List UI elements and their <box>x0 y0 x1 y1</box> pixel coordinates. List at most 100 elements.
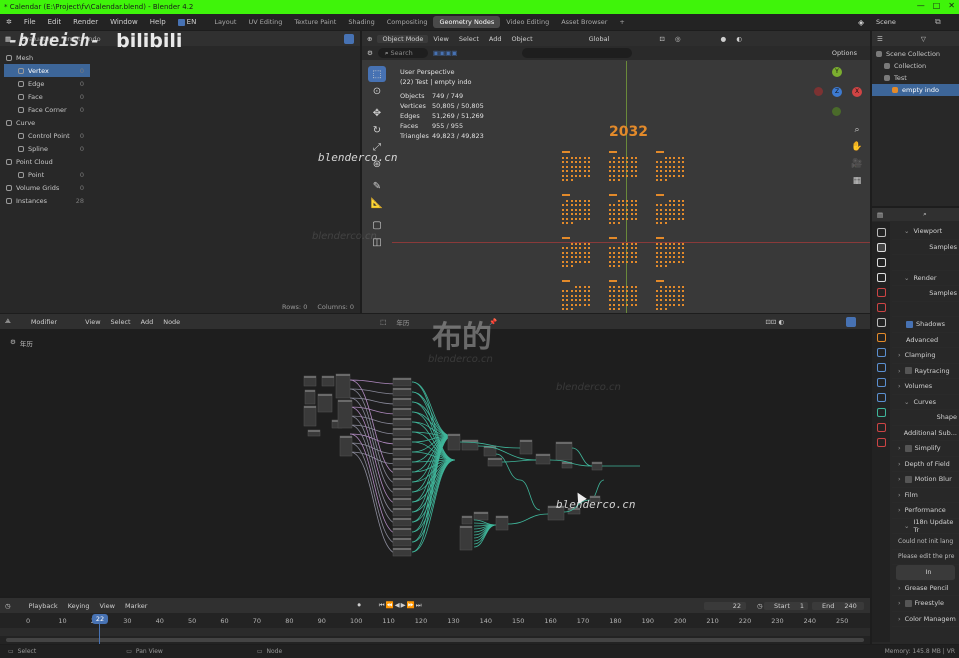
move-tool[interactable]: ✥ <box>368 105 386 121</box>
scene-icon[interactable]: ◈ <box>858 18 864 27</box>
menu-view[interactable]: View <box>80 318 105 326</box>
cursor-tool[interactable]: ⊙ <box>368 83 386 99</box>
property-row[interactable]: Additional Sub... <box>892 426 959 441</box>
blender-logo-icon[interactable]: ✲ <box>0 18 18 26</box>
menu-view[interactable]: View <box>95 602 120 610</box>
menu-node[interactable]: Node <box>158 318 185 326</box>
spreadsheet-domain-item[interactable]: Point Cloud <box>4 155 90 168</box>
property-panel-header[interactable]: › Performance <box>892 503 959 519</box>
menu-playback[interactable]: Playback <box>24 602 63 610</box>
property-panel-header[interactable]: ⌄ Curves <box>892 395 959 410</box>
ortho-grid-icon[interactable]: ▦ <box>848 173 866 189</box>
graph-node[interactable] <box>303 405 317 427</box>
search-field-2[interactable] <box>522 48 633 58</box>
shading-solid-icon[interactable]: ● <box>716 35 732 43</box>
current-frame-field[interactable]: 22 <box>704 601 746 610</box>
graph-node[interactable] <box>337 399 353 429</box>
graph-node[interactable] <box>495 515 509 531</box>
graph-node[interactable] <box>339 435 353 457</box>
graph-node[interactable] <box>519 439 533 455</box>
gear-icon[interactable]: ⚙ <box>362 49 378 57</box>
node-tree-icon[interactable]: ⬚ <box>375 318 391 326</box>
menu-add[interactable]: Add <box>136 318 159 326</box>
pan-hand-icon[interactable]: ✋ <box>848 139 866 155</box>
filter-icon[interactable]: ▽ <box>916 35 931 43</box>
shading-material-icon[interactable]: ◐ <box>731 35 747 43</box>
tool-tab-icon[interactable] <box>876 228 886 237</box>
proportional-icon[interactable]: ◎ <box>670 35 686 43</box>
playhead[interactable]: 22 <box>92 614 108 624</box>
rotate-tool[interactable]: ↻ <box>368 122 386 138</box>
material-tab-icon[interactable] <box>876 423 886 432</box>
menu-window[interactable]: Window <box>104 18 144 26</box>
node-group-name[interactable]: 年历 <box>391 317 414 327</box>
property-row[interactable]: Samples <box>892 240 959 255</box>
property-panel-header[interactable]: › Volumes <box>892 379 959 395</box>
constraints-tab-icon[interactable] <box>876 393 886 402</box>
tab-shading[interactable]: Shading <box>342 16 380 28</box>
filter-icon[interactable] <box>344 33 354 44</box>
select-mode-icons[interactable]: ▣▣▣▣ <box>428 49 463 57</box>
menu-render[interactable]: Render <box>67 18 104 26</box>
tab-layout[interactable]: Layout <box>208 16 242 28</box>
tab-texture-paint[interactable]: Texture Paint <box>288 16 342 28</box>
property-panel-header[interactable]: › Film <box>892 488 959 503</box>
spreadsheet-domain-item[interactable]: Spline 0 <box>4 142 90 155</box>
outliner-item[interactable]: Test <box>872 72 959 84</box>
tab-compositing[interactable]: Compositing <box>381 16 434 28</box>
editor-type-icon[interactable]: ⊕ <box>362 35 377 43</box>
gizmo-neg-x[interactable] <box>814 87 823 96</box>
property-row[interactable]: Shadows <box>892 317 959 333</box>
property-panel-header[interactable]: › Raytracing <box>892 364 959 379</box>
3d-viewport[interactable]: ⊕ Object Mode View Select Add Object Glo… <box>312 31 870 313</box>
select-box-tool[interactable]: ⬚ <box>368 66 386 82</box>
spreadsheet-domain-item[interactable]: Edge 0 <box>4 77 90 90</box>
lang-toggle[interactable]: EN <box>172 18 203 26</box>
checkbox-icon[interactable] <box>904 444 912 452</box>
object-tab-icon[interactable] <box>876 333 886 342</box>
outliner-item[interactable]: empty indo <box>872 84 959 96</box>
spreadsheet-domain-item[interactable]: Instances 28 <box>4 194 90 207</box>
camera-view-icon[interactable]: 🎥 <box>848 156 866 172</box>
maximize-button[interactable]: □ <box>933 1 941 10</box>
data-tab-icon[interactable] <box>876 408 886 417</box>
property-panel-header[interactable]: › Grease Pencil <box>892 581 959 596</box>
property-row[interactable]: Shape <box>892 410 959 426</box>
spreadsheet-domain-item[interactable]: Vertex 0 <box>4 64 90 77</box>
annotate-tool[interactable]: ✎ <box>368 178 386 194</box>
property-panel-header[interactable]: › Freestyle <box>892 596 959 612</box>
snap-icon[interactable]: ⊡ <box>654 35 669 43</box>
menu-select[interactable]: Select <box>454 35 484 43</box>
scene-copy-icon[interactable]: ⧉ <box>935 17 941 27</box>
close-button[interactable]: ✕ <box>948 1 955 10</box>
record-icon[interactable]: ⏺ <box>352 601 365 610</box>
property-row[interactable]: Samples <box>892 286 959 302</box>
node-graph[interactable] <box>0 330 870 596</box>
graph-node[interactable] <box>335 373 351 399</box>
scene-selector[interactable]: Scene <box>876 18 896 26</box>
menu-select[interactable]: Select <box>106 318 136 326</box>
outliner-item[interactable]: Collection <box>872 60 959 72</box>
property-panel-header[interactable]: › Motion Blur <box>892 472 959 488</box>
spreadsheet-domain-item[interactable]: Volume Grids 0 <box>4 181 90 194</box>
property-row[interactable]: In <box>896 565 955 581</box>
zoom-icon[interactable]: ⌕ <box>848 122 866 138</box>
spreadsheet-domain-item[interactable]: Control Point 0 <box>4 129 90 142</box>
property-panel-header[interactable]: › Simplify <box>892 441 959 457</box>
menu-object[interactable]: Object <box>507 35 538 43</box>
editor-type-icon[interactable]: ◷ <box>0 602 16 610</box>
menu-keying[interactable]: Keying <box>63 602 95 610</box>
measure-tool[interactable]: 📐 <box>368 195 386 211</box>
playback-controls[interactable]: ⏮⏪◀▶⏩⏭ <box>374 601 428 610</box>
property-row[interactable]: Advanced <box>892 333 959 348</box>
spreadsheet-domain-item[interactable]: Point 0 <box>4 168 90 181</box>
graph-node[interactable] <box>459 525 473 551</box>
tab-asset-browser[interactable]: Asset Browser <box>555 16 613 28</box>
menu-marker[interactable]: Marker <box>120 602 152 610</box>
menu-add[interactable]: Add <box>484 35 507 43</box>
node-editor[interactable]: ⟁ Modifier View Select Add Node ⬚ 年历 📌 ⊡… <box>0 314 870 596</box>
checkbox-icon[interactable] <box>904 599 912 607</box>
graph-node[interactable] <box>555 441 573 461</box>
menu-view[interactable]: View <box>428 35 453 43</box>
particles-tab-icon[interactable] <box>876 363 886 372</box>
